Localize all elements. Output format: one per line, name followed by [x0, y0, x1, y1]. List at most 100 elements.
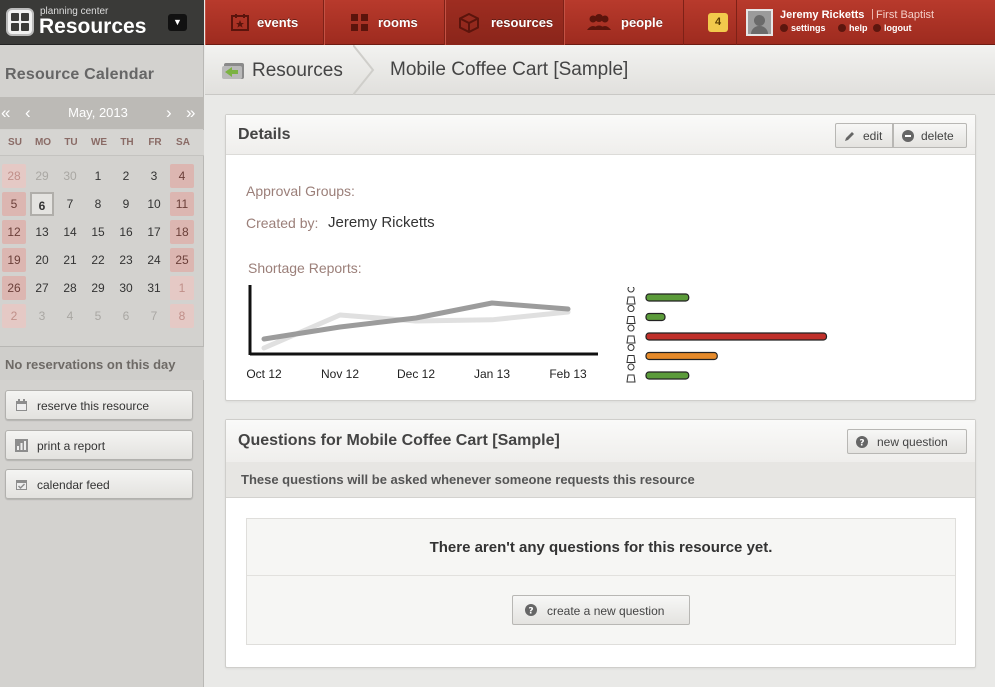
notification-badge[interactable]: 4 — [708, 13, 728, 32]
empty-questions-text: There aren't any questions for this reso… — [429, 539, 773, 556]
user-name[interactable]: Jeremy Ricketts — [780, 9, 864, 21]
calendar-day[interactable]: 17 — [142, 220, 166, 244]
calendar-day[interactable]: 10 — [142, 192, 166, 216]
calendar-title: Resource Calendar — [5, 66, 155, 83]
tab-people-label: people — [621, 15, 663, 30]
calendar-day[interactable]: 22 — [86, 248, 110, 272]
calendar-day[interactable]: 6 — [30, 192, 54, 216]
calendar-day[interactable]: 8 — [170, 304, 194, 328]
calendar-day[interactable]: 5 — [2, 192, 26, 216]
calendar-day[interactable]: 31 — [142, 276, 166, 300]
calendar-day[interactable]: 29 — [30, 164, 54, 188]
people-icon — [587, 14, 611, 30]
approval-groups-label: Approval Groups: — [246, 183, 355, 199]
calendar-day[interactable]: 8 — [86, 192, 110, 216]
no-reservations-text: No reservations on this day — [5, 357, 176, 372]
calendar-day[interactable]: 11 — [170, 192, 194, 216]
print-report-button[interactable]: print a report — [5, 430, 193, 460]
shortage-reports-label: Shortage Reports: — [248, 260, 362, 276]
calendar-day[interactable]: 30 — [58, 164, 82, 188]
new-question-label: new question — [877, 435, 948, 449]
calendar-day[interactable]: 1 — [86, 164, 110, 188]
questions-header: Questions for Mobile Coffee Cart [Sample… — [226, 420, 975, 462]
calendar-day[interactable]: 9 — [114, 192, 138, 216]
shortage-bar — [645, 351, 718, 361]
app-logo-icon — [6, 8, 34, 36]
tab-resources[interactable]: resources — [445, 0, 564, 45]
settings-link[interactable]: settings — [780, 23, 826, 33]
calendar-day[interactable]: 7 — [142, 304, 166, 328]
app-logo[interactable]: planning center Resources ▼ — [0, 0, 204, 45]
person-icon — [626, 324, 636, 344]
person-icon — [626, 287, 636, 305]
tab-events[interactable]: events — [205, 0, 324, 45]
created-by-value: Jeremy Ricketts — [328, 214, 435, 231]
logout-icon — [873, 24, 881, 32]
grid-icon — [351, 14, 368, 31]
create-question-button[interactable]: ? create a new question — [512, 595, 690, 625]
calendar-day[interactable]: 28 — [58, 276, 82, 300]
calendar-day[interactable]: 4 — [58, 304, 82, 328]
calendar-day[interactable]: 19 — [2, 248, 26, 272]
calendar-day[interactable]: 16 — [114, 220, 138, 244]
calendar-day[interactable]: 27 — [30, 276, 54, 300]
calendar-day[interactable]: 26 — [2, 276, 26, 300]
calendar-day[interactable]: 3 — [30, 304, 54, 328]
weekday-label: TH — [120, 137, 134, 148]
new-question-button[interactable]: ? new question — [847, 429, 967, 454]
calendar-check-icon — [16, 480, 27, 490]
breadcrumb-separator-icon — [353, 45, 375, 95]
no-reservations-notice: No reservations on this day — [0, 346, 204, 380]
logout-link[interactable]: logout — [873, 23, 912, 33]
calendar-day[interactable]: 6 — [114, 304, 138, 328]
calendar-day[interactable]: 7 — [58, 192, 82, 216]
calendar-day[interactable]: 2 — [114, 164, 138, 188]
calendar-day[interactable]: 21 — [58, 248, 82, 272]
calendar-day[interactable]: 3 — [142, 164, 166, 188]
calendar-day[interactable]: 20 — [30, 248, 54, 272]
chart-x-tick-label: Oct 12 — [246, 367, 282, 381]
calendar-icon — [16, 399, 27, 411]
reserve-resource-button[interactable]: reserve this resource — [5, 390, 193, 420]
chart-x-tick-label: Dec 12 — [397, 367, 435, 381]
tab-events-label: events — [257, 15, 299, 30]
details-panel: Details edit delete Approval Groups: Cre… — [225, 114, 976, 401]
calendar-day[interactable]: 24 — [142, 248, 166, 272]
help-label: help — [849, 23, 868, 33]
help-circle-icon: ? — [856, 436, 868, 448]
calendar-day[interactable]: 23 — [114, 248, 138, 272]
calendar-day[interactable]: 25 — [170, 248, 194, 272]
calendar-day[interactable]: 5 — [86, 304, 110, 328]
shortage-bar — [645, 312, 666, 322]
calendar-day[interactable]: 1 — [170, 276, 194, 300]
tab-rooms[interactable]: rooms — [324, 0, 445, 45]
top-navigation: events rooms resources people 4 Jeremy R… — [205, 0, 995, 45]
calendar-header: « ‹ May, 2013 › » — [0, 97, 204, 129]
calendar-day[interactable]: 14 — [58, 220, 82, 244]
delete-button[interactable]: delete — [893, 123, 967, 148]
calendar-day[interactable]: 29 — [86, 276, 110, 300]
shortage-bar — [645, 371, 690, 380]
shortage-bar-chart — [626, 287, 828, 383]
tab-people[interactable]: people — [564, 0, 684, 45]
app-menu-dropdown-icon[interactable]: ▼ — [168, 14, 187, 31]
edit-button[interactable]: edit — [835, 123, 893, 148]
calendar-day[interactable]: 15 — [86, 220, 110, 244]
breadcrumb-section[interactable]: Resources — [252, 60, 343, 82]
calendar-day[interactable]: 30 — [114, 276, 138, 300]
next-year-icon[interactable]: » — [186, 103, 195, 123]
back-folder-icon[interactable] — [221, 60, 245, 80]
calendar-day[interactable]: 13 — [30, 220, 54, 244]
help-link[interactable]: help — [838, 23, 868, 33]
chart-x-tick-label: Nov 12 — [321, 367, 359, 381]
calendar-day[interactable]: 18 — [170, 220, 194, 244]
calendar-day[interactable]: 12 — [2, 220, 26, 244]
calendar-day[interactable]: 28 — [2, 164, 26, 188]
shortage-bar-row — [626, 344, 718, 363]
next-month-icon[interactable]: › — [166, 103, 172, 123]
calendar-feed-button[interactable]: calendar feed — [5, 469, 193, 499]
avatar[interactable] — [746, 9, 773, 36]
delete-label: delete — [921, 129, 954, 143]
calendar-day[interactable]: 2 — [2, 304, 26, 328]
calendar-day[interactable]: 4 — [170, 164, 194, 188]
